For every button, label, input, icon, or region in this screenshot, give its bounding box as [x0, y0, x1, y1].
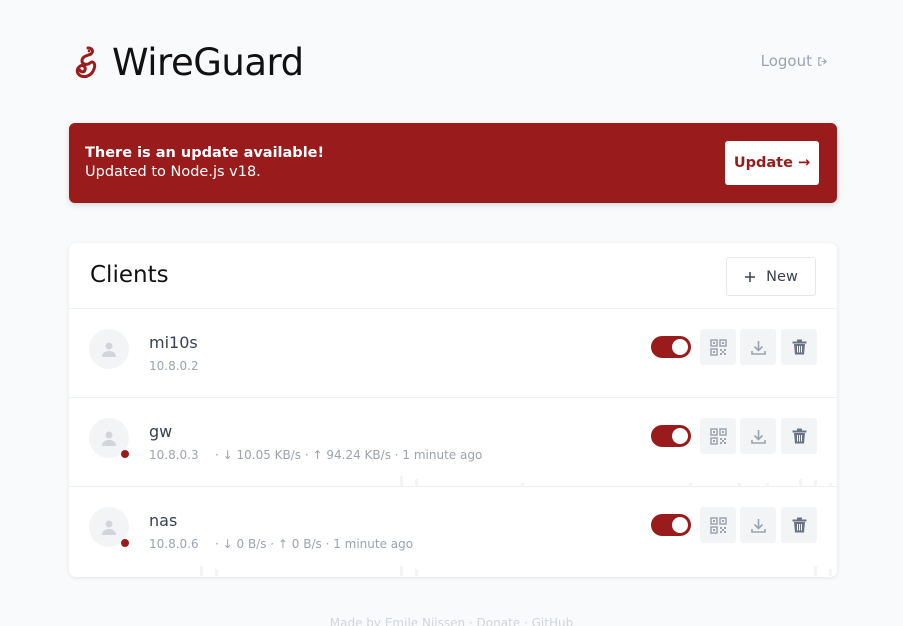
trash-icon — [792, 517, 806, 533]
delete-client-button[interactable] — [781, 418, 817, 454]
show-qr-button[interactable] — [700, 418, 736, 454]
toggle-knob — [672, 517, 688, 533]
user-icon — [102, 431, 116, 446]
qr-code-icon — [709, 516, 727, 534]
banner-message: Updated to Node.js v18. — [85, 164, 261, 180]
download-config-button[interactable] — [740, 418, 776, 454]
app-header: WireGuard Logout — [70, 40, 840, 90]
client-row: nas 10.8.0.6 · ↓ 0 B/s · ↑ 0 B/s · 1 min… — [69, 487, 837, 576]
logout-icon — [818, 56, 827, 66]
footer: Made by Emile Nijssen · Donate · GitHub — [329, 616, 574, 626]
client-transfer-stats: · ↓ 0 B/s · ↑ 0 B/s · 1 minute ago — [215, 537, 414, 551]
delete-client-button[interactable] — [781, 329, 817, 365]
clients-title: Clients — [90, 262, 169, 288]
trash-icon — [792, 428, 806, 444]
connected-indicator — [121, 450, 129, 458]
wireguard-logo-icon — [75, 46, 97, 79]
client-transfer-stats: · ↓ 10.05 KB/s · ↑ 94.24 KB/s · 1 minute… — [215, 448, 483, 462]
client-name[interactable]: nas — [149, 511, 177, 530]
banner-title: There is an update available! — [85, 145, 325, 161]
qr-code-icon — [709, 338, 727, 356]
logout-link[interactable]: Logout — [761, 52, 828, 70]
download-config-button[interactable] — [740, 329, 776, 365]
client-enable-toggle[interactable] — [651, 425, 691, 447]
logout-label: Logout — [760, 52, 812, 70]
transfer-sparkline — [400, 476, 832, 486]
client-ip: 10.8.0.6 — [149, 537, 199, 551]
app-title: WireGuard — [112, 41, 304, 84]
new-client-button[interactable]: New — [726, 257, 816, 296]
transfer-sparkline — [200, 566, 832, 576]
toggle-knob — [672, 339, 688, 355]
user-icon — [102, 520, 116, 535]
show-qr-button[interactable] — [700, 329, 736, 365]
client-name[interactable]: mi10s — [149, 333, 198, 352]
user-icon — [102, 342, 116, 357]
toggle-knob — [672, 428, 688, 444]
client-enable-toggle[interactable] — [651, 336, 691, 358]
update-button[interactable]: Update → — [725, 141, 819, 185]
clients-card: Clients New mi10s 10.8.0.2 gw 10.8.0.3 ·… — [69, 243, 837, 577]
client-name[interactable]: gw — [149, 422, 172, 441]
trash-icon — [792, 339, 806, 355]
client-row: mi10s 10.8.0.2 — [69, 309, 837, 398]
avatar — [89, 329, 129, 369]
download-config-button[interactable] — [740, 507, 776, 543]
new-client-label: New — [766, 268, 798, 285]
download-icon — [750, 518, 766, 533]
delete-client-button[interactable] — [781, 507, 817, 543]
plus-icon — [745, 271, 756, 282]
download-icon — [750, 340, 766, 355]
client-enable-toggle[interactable] — [651, 514, 691, 536]
download-icon — [750, 429, 766, 444]
update-banner: There is an update available! Updated to… — [69, 123, 837, 203]
show-qr-button[interactable] — [700, 507, 736, 543]
clients-card-header: Clients New — [69, 243, 837, 309]
qr-code-icon — [709, 427, 727, 445]
connected-indicator — [121, 539, 129, 547]
client-row: gw 10.8.0.3 · ↓ 10.05 KB/s · ↑ 94.24 KB/… — [69, 398, 837, 487]
client-ip: 10.8.0.2 — [149, 359, 199, 373]
client-ip: 10.8.0.3 — [149, 448, 199, 462]
